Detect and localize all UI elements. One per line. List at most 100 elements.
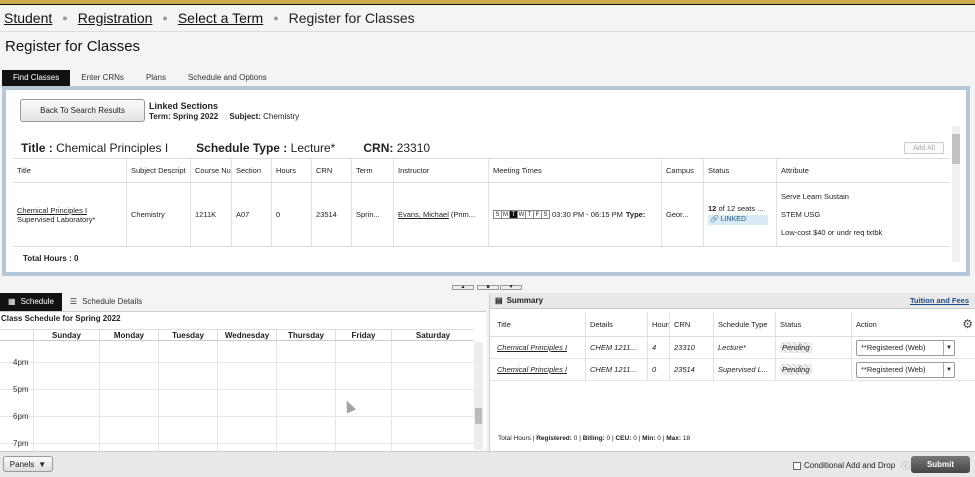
hour-label: 7pm xyxy=(13,439,29,448)
col-course[interactable]: Course Nu xyxy=(191,159,232,182)
tab-enter-crns[interactable]: Enter CRNs xyxy=(70,70,135,86)
instructor-link[interactable]: Evans, Michael xyxy=(398,210,449,219)
col-instructor[interactable]: Instructor xyxy=(394,159,489,182)
hour-label: 5pm xyxy=(13,385,29,394)
grid-scrollbar[interactable] xyxy=(952,126,960,262)
breadcrumb-separator-icon: ● xyxy=(273,13,279,23)
row-term: Sprin... xyxy=(352,183,394,246)
breadcrumb-select-term[interactable]: Select a Term xyxy=(178,10,263,26)
col-term[interactable]: Term xyxy=(352,159,394,182)
schedule-tabs: ▦ Schedule ☰ Schedule Details xyxy=(0,293,150,311)
hour-row: 6pm xyxy=(0,412,474,444)
link-icon: 🔗 xyxy=(710,216,719,223)
action-select[interactable]: **Registered (Web) ▼ xyxy=(856,361,955,378)
billing-label: Billing: xyxy=(582,435,605,442)
page-title: Register for Classes xyxy=(5,38,141,55)
row-meeting-times: S M T W T F S 03:30 PM - 06:15 PM Type: xyxy=(489,183,662,246)
breadcrumb-separator-icon: ● xyxy=(62,13,68,23)
day-sat: S xyxy=(541,210,550,219)
scrollbar-thumb[interactable] xyxy=(952,134,960,164)
col-details[interactable]: Details xyxy=(586,312,648,336)
col-section[interactable]: Section xyxy=(232,159,272,182)
linked-sections-meta: Term: Spring 2022 Subject: Chemistry xyxy=(149,112,299,121)
collapse-up-icon[interactable]: ▲ xyxy=(452,285,474,290)
ceu-value: 0 xyxy=(633,435,637,442)
col-schedule-type[interactable]: Schedule Type xyxy=(714,312,776,336)
summary-title-link[interactable]: Chemical Principles I xyxy=(497,343,567,352)
row-subtitle: Supervised Laboratory* xyxy=(17,214,96,224)
col-campus[interactable]: Campus xyxy=(662,159,704,182)
table-row: Chemical Principles I CHEM 1211... 0 235… xyxy=(490,359,975,381)
add-all-button[interactable]: Add All xyxy=(904,142,944,154)
conditional-label: Conditional Add and Drop xyxy=(804,461,896,470)
row-title-link[interactable]: Chemical Principles I xyxy=(17,206,87,215)
col-status[interactable]: Status xyxy=(704,159,777,182)
table-row: Chemical Principles I Supervised Laborat… xyxy=(13,183,950,247)
summary-action-cell: **Registered (Web) ▼ xyxy=(852,359,962,380)
subject-value: Chemistry xyxy=(263,112,300,121)
col-action[interactable]: Action xyxy=(852,312,962,336)
panels-button[interactable]: Panels ▼ xyxy=(3,456,53,472)
chevron-down-icon[interactable]: ▼ xyxy=(943,362,954,377)
action-select-value: **Registered (Web) xyxy=(861,343,926,352)
col-title[interactable]: Title xyxy=(13,159,127,182)
col-hours[interactable]: Hours xyxy=(272,159,312,182)
chevron-down-icon: ▼ xyxy=(38,459,47,469)
summary-panel: ▤ Summary Tuition and Fees Title Details … xyxy=(489,293,975,451)
instructor-role: (Prim... xyxy=(450,210,476,219)
hour-row: 4pm xyxy=(0,358,474,390)
col-title[interactable]: Title xyxy=(493,312,586,336)
col-crn[interactable]: CRN xyxy=(312,159,352,182)
day-header-sunday: Sunday xyxy=(33,330,99,340)
info-icon[interactable]: ⓘ xyxy=(901,459,910,472)
col-crn[interactable]: CRN xyxy=(670,312,714,336)
action-select[interactable]: **Registered (Web) ▼ xyxy=(856,339,955,356)
submit-button[interactable]: Submit xyxy=(911,456,970,473)
conditional-add-drop[interactable]: Conditional Add and Drop ⓘ xyxy=(793,459,910,472)
summary-totals: Total Hours | Registered: 0 | Billing: 0… xyxy=(498,435,691,442)
list-icon: ☰ xyxy=(69,297,78,306)
tab-plans[interactable]: Plans xyxy=(135,70,177,86)
summary-type: Lecture* xyxy=(714,337,776,358)
scrollbar-thumb[interactable] xyxy=(475,408,482,424)
breadcrumb: Student ● Registration ● Select a Term ●… xyxy=(4,9,415,27)
back-to-search-button[interactable]: Back To Search Results xyxy=(20,99,145,122)
col-subject[interactable]: Subject Descript xyxy=(127,159,191,182)
col-hours[interactable]: Hours xyxy=(648,312,670,336)
row-status-cell: 12 of 12 seats ... 🔗 LINKED xyxy=(704,183,777,246)
row-attributes: Serve Learn Sustain STEM USG Low-cost $4… xyxy=(777,183,950,246)
conditional-checkbox[interactable] xyxy=(793,461,801,470)
registered-label: Registered: xyxy=(536,435,572,442)
linked-badge: 🔗 LINKED xyxy=(708,215,768,225)
day-header-friday: Friday xyxy=(335,330,391,340)
tab-schedule[interactable]: ▦ Schedule xyxy=(0,293,62,311)
gear-icon[interactable]: ⚙ xyxy=(962,317,973,331)
col-status[interactable]: Status xyxy=(776,312,852,336)
day-header-wednesday: Wednesday xyxy=(217,330,276,340)
col-meeting-times[interactable]: Meeting Times xyxy=(489,159,662,182)
hour-row: 7pm xyxy=(0,439,474,451)
tab-find-classes[interactable]: Find Classes xyxy=(2,70,71,86)
tuition-fees-link[interactable]: Tuition and Fees xyxy=(910,296,969,305)
tab-schedule-details[interactable]: ☰ Schedule Details xyxy=(62,293,150,311)
breadcrumb-student[interactable]: Student xyxy=(4,10,52,26)
breadcrumb-registration[interactable]: Registration xyxy=(78,10,153,26)
min-label: Min: xyxy=(642,435,656,442)
collapse-down-icon[interactable]: ▼ xyxy=(500,285,522,290)
status-badge: Pending xyxy=(780,342,812,353)
schedule-scrollbar[interactable] xyxy=(474,342,483,450)
day-header-tuesday: Tuesday xyxy=(158,330,217,340)
max-value: 18 xyxy=(682,435,691,442)
summary-crn: 23310 xyxy=(670,337,714,358)
summary-grid-header: Title Details Hours CRN Schedule Type St… xyxy=(490,312,975,337)
attribute-item: Low-cost $40 or undr req txtbk xyxy=(781,228,883,237)
col-attribute[interactable]: Attribute xyxy=(777,159,950,182)
tab-schedule-details-label: Schedule Details xyxy=(82,297,143,306)
summary-title-link[interactable]: Chemical Principles I xyxy=(497,365,567,374)
tab-schedule-options[interactable]: Schedule and Options xyxy=(177,70,278,86)
status-badge: Pending xyxy=(780,364,812,375)
ceu-label: CEU: xyxy=(615,435,632,442)
splitter-handle-icon[interactable]: ■ xyxy=(477,285,499,290)
chevron-down-icon[interactable]: ▼ xyxy=(943,340,954,355)
summary-action-cell: **Registered (Web) ▼ xyxy=(852,337,962,358)
